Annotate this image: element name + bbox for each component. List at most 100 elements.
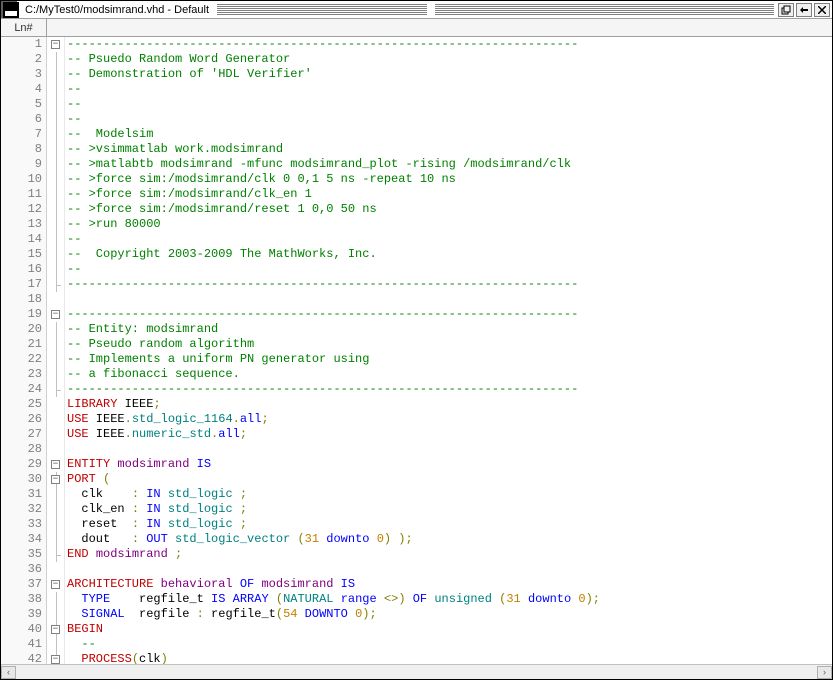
code-line[interactable]: -- bbox=[67, 232, 832, 247]
titlebar-grip[interactable] bbox=[435, 4, 774, 16]
code-line[interactable]: -- bbox=[67, 637, 832, 652]
token: OUT bbox=[146, 532, 168, 546]
token bbox=[269, 592, 276, 606]
scroll-right-button[interactable]: › bbox=[817, 666, 832, 679]
undock-button[interactable] bbox=[778, 3, 794, 17]
token bbox=[406, 592, 413, 606]
line-number: 19 bbox=[1, 307, 42, 322]
code-line[interactable]: -- >matlabtb modsimrand -mfunc modsimran… bbox=[67, 157, 832, 172]
code-line[interactable]: -- Copyright 2003-2009 The MathWorks, In… bbox=[67, 247, 832, 262]
line-number: 22 bbox=[1, 352, 42, 367]
line-number: 13 bbox=[1, 217, 42, 232]
token: BEGIN bbox=[67, 622, 103, 636]
fold-toggle-icon[interactable]: − bbox=[51, 475, 60, 484]
horizontal-scrollbar[interactable]: ‹ › bbox=[1, 664, 832, 679]
token: std_logic bbox=[168, 502, 233, 516]
code-line[interactable]: -- a fibonacci sequence. bbox=[67, 367, 832, 382]
code-line[interactable]: ARCHITECTURE behavioral OF modsimrand IS bbox=[67, 577, 832, 592]
line-number: 26 bbox=[1, 412, 42, 427]
token: IS bbox=[341, 577, 355, 591]
fold-toggle-icon[interactable]: − bbox=[51, 625, 60, 634]
code-line[interactable]: PORT ( bbox=[67, 472, 832, 487]
code-line[interactable]: -- bbox=[67, 112, 832, 127]
code-line[interactable]: TYPE regfile_t IS ARRAY (NATURAL range <… bbox=[67, 592, 832, 607]
token: regfile_t bbox=[204, 607, 276, 621]
scroll-track[interactable] bbox=[16, 666, 817, 679]
fold-toggle-icon[interactable]: − bbox=[51, 580, 60, 589]
code-line[interactable]: -- Pseudo random algorithm bbox=[67, 337, 832, 352]
code-line[interactable]: ----------------------------------------… bbox=[67, 37, 832, 52]
token: IS bbox=[211, 592, 225, 606]
fold-marker[interactable]: − bbox=[47, 577, 64, 592]
token bbox=[521, 592, 528, 606]
code-line[interactable]: -- Demonstration of 'HDL Verifier' bbox=[67, 67, 832, 82]
token: -- >force sim:/modsimrand/clk 0 0,1 5 ns… bbox=[67, 172, 456, 186]
code-line[interactable]: -- Implements a uniform PN generator usi… bbox=[67, 352, 832, 367]
fold-marker bbox=[47, 277, 64, 292]
code-line[interactable]: -- Psuedo Random Word Generator bbox=[67, 52, 832, 67]
code-line[interactable]: -- bbox=[67, 82, 832, 97]
code-line[interactable]: USE IEEE.std_logic_1164.all; bbox=[67, 412, 832, 427]
code-line[interactable]: -- >force sim:/modsimrand/clk_en 1 bbox=[67, 187, 832, 202]
code-line[interactable]: ----------------------------------------… bbox=[67, 277, 832, 292]
token: clk_en bbox=[67, 502, 132, 516]
code-area[interactable]: ----------------------------------------… bbox=[65, 37, 832, 664]
fold-column[interactable]: − − − − − − − bbox=[47, 37, 65, 664]
code-line[interactable]: SIGNAL regfile : regfile_t(54 DOWNTO 0); bbox=[67, 607, 832, 622]
code-line[interactable]: -- >run 80000 bbox=[67, 217, 832, 232]
close-button[interactable] bbox=[814, 3, 830, 17]
line-number: 12 bbox=[1, 202, 42, 217]
fold-marker bbox=[47, 247, 64, 262]
code-editor[interactable]: 1234567891011121314151617181920212223242… bbox=[1, 37, 832, 664]
code-line[interactable]: reset : IN std_logic ; bbox=[67, 517, 832, 532]
code-line[interactable]: -- bbox=[67, 262, 832, 277]
token bbox=[161, 517, 168, 531]
line-number: 4 bbox=[1, 82, 42, 97]
line-number: 18 bbox=[1, 292, 42, 307]
token bbox=[233, 502, 240, 516]
code-line[interactable]: -- >force sim:/modsimrand/reset 1 0,0 50… bbox=[67, 202, 832, 217]
code-line[interactable]: -- >vsimmatlab work.modsimrand bbox=[67, 142, 832, 157]
line-number: 27 bbox=[1, 427, 42, 442]
code-line[interactable]: ----------------------------------------… bbox=[67, 382, 832, 397]
code-line[interactable]: LIBRARY IEEE; bbox=[67, 397, 832, 412]
token bbox=[233, 577, 240, 591]
token bbox=[225, 592, 232, 606]
fold-marker[interactable]: − bbox=[47, 307, 64, 322]
code-line[interactable]: -- Entity: modsimrand bbox=[67, 322, 832, 337]
fold-marker[interactable]: − bbox=[47, 652, 64, 664]
fold-marker bbox=[47, 502, 64, 517]
code-line[interactable]: PROCESS(clk) bbox=[67, 652, 832, 664]
code-line[interactable]: -- >force sim:/modsimrand/clk 0 0,1 5 ns… bbox=[67, 172, 832, 187]
fold-marker[interactable]: − bbox=[47, 37, 64, 52]
fold-marker[interactable]: − bbox=[47, 622, 64, 637]
fold-marker bbox=[47, 367, 64, 382]
token: -- Demonstration of 'HDL Verifier' bbox=[67, 67, 312, 81]
token: -- bbox=[67, 232, 81, 246]
fold-toggle-icon[interactable]: − bbox=[51, 40, 60, 49]
line-number: 14 bbox=[1, 232, 42, 247]
code-line[interactable]: -- bbox=[67, 97, 832, 112]
scroll-left-button[interactable]: ‹ bbox=[1, 666, 16, 679]
code-line[interactable]: ----------------------------------------… bbox=[67, 307, 832, 322]
code-line[interactable] bbox=[67, 562, 832, 577]
code-line[interactable]: dout : OUT std_logic_vector (31 downto 0… bbox=[67, 532, 832, 547]
token: -- bbox=[67, 112, 81, 126]
maximize-button[interactable] bbox=[796, 3, 812, 17]
token: 54 bbox=[283, 607, 297, 621]
code-line[interactable] bbox=[67, 292, 832, 307]
fold-toggle-icon[interactable]: − bbox=[51, 655, 60, 664]
fold-marker[interactable]: − bbox=[47, 457, 64, 472]
code-line[interactable]: USE IEEE.numeric_std.all; bbox=[67, 427, 832, 442]
fold-toggle-icon[interactable]: − bbox=[51, 310, 60, 319]
code-line[interactable]: END modsimrand ; bbox=[67, 547, 832, 562]
code-line[interactable]: clk_en : IN std_logic ; bbox=[67, 502, 832, 517]
code-line[interactable]: ENTITY modsimrand IS bbox=[67, 457, 832, 472]
code-line[interactable]: -- Modelsim bbox=[67, 127, 832, 142]
code-line[interactable]: clk : IN std_logic ; bbox=[67, 487, 832, 502]
code-line[interactable] bbox=[67, 442, 832, 457]
fold-toggle-icon[interactable]: − bbox=[51, 460, 60, 469]
titlebar-grip[interactable] bbox=[217, 4, 427, 16]
code-line[interactable]: BEGIN bbox=[67, 622, 832, 637]
fold-marker[interactable]: − bbox=[47, 472, 64, 487]
